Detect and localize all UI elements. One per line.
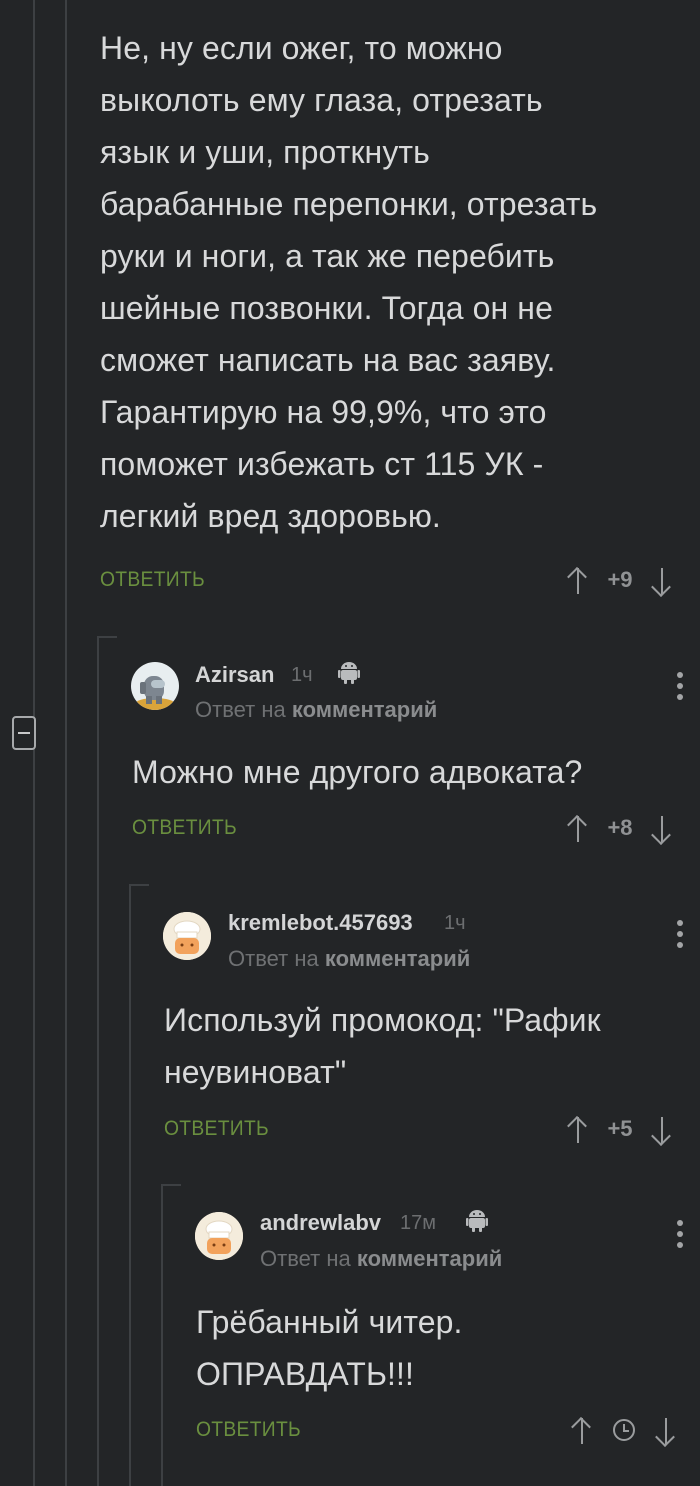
comment-body: Грёбанный читер. ОПРАВДАТЬ!!! <box>196 1304 463 1392</box>
comment-rating <box>570 1414 678 1446</box>
comment-rating: +9 <box>566 564 674 596</box>
comment-rating: +5 <box>566 1113 674 1145</box>
downvote-arrow-icon[interactable] <box>650 564 674 596</box>
upvote-arrow-icon[interactable] <box>566 564 590 596</box>
thread-line <box>129 884 131 1486</box>
among-us-crewmate-avatar-icon <box>135 676 175 710</box>
comment-body: Используй промокод: "Рафик неувиноват" <box>164 1002 601 1090</box>
reply-button[interactable]: ОТВЕТИТЬ <box>132 816 237 840</box>
thread-connector <box>161 1184 181 1186</box>
reply-to-info: Ответ на комментарий <box>260 1246 502 1272</box>
thread-line <box>97 636 99 1486</box>
comment-rating: +8 <box>566 812 674 844</box>
reply-to-prefix: Ответ на <box>195 697 286 722</box>
upvote-arrow-icon[interactable] <box>566 812 590 844</box>
upvote-arrow-icon[interactable] <box>566 1113 590 1145</box>
avatar[interactable] <box>163 912 211 960</box>
minus-icon <box>18 732 30 734</box>
rating-score: +5 <box>607 1116 633 1141</box>
clock-icon <box>613 1419 635 1441</box>
thread-connector <box>97 636 117 638</box>
reply-to-info: Ответ на комментарий <box>228 946 470 972</box>
rating-score: +9 <box>607 567 633 592</box>
comment-body: Не, ну если ожег, то можно выколоть ему … <box>100 30 598 534</box>
comment-username[interactable]: kremlebot.457693 <box>228 910 413 936</box>
thread-connector <box>129 884 149 886</box>
avatar[interactable] <box>195 1212 243 1260</box>
reply-to-prefix: Ответ на <box>228 946 319 971</box>
rating-score: +8 <box>607 815 633 840</box>
reply-to-link[interactable]: комментарий <box>357 1246 502 1271</box>
thread-line <box>65 0 67 1486</box>
reply-button[interactable]: ОТВЕТИТЬ <box>196 1418 301 1442</box>
comment-menu-icon[interactable] <box>677 920 683 953</box>
comment-time: 1ч <box>444 912 466 934</box>
comment-menu-icon[interactable] <box>677 1220 683 1253</box>
avatar[interactable] <box>131 662 179 710</box>
downvote-arrow-icon[interactable] <box>654 1414 678 1446</box>
comment-time: 1ч <box>291 664 313 686</box>
upvote-arrow-icon[interactable] <box>570 1414 594 1446</box>
reply-to-info: Ответ на комментарий <box>195 697 437 723</box>
reply-to-link[interactable]: комментарий <box>325 946 470 971</box>
android-icon <box>338 662 360 684</box>
reply-to-link[interactable]: комментарий <box>292 697 437 722</box>
downvote-arrow-icon[interactable] <box>650 812 674 844</box>
collapse-thread-button[interactable] <box>12 716 36 750</box>
comment-time: 17м <box>400 1212 436 1234</box>
thread-line <box>161 1184 163 1486</box>
comment-username[interactable]: andrewlabv <box>260 1210 381 1236</box>
chef-avatar-icon <box>195 1212 243 1260</box>
comment-body: Можно мне другого адвоката? <box>132 754 583 790</box>
downvote-arrow-icon[interactable] <box>650 1113 674 1145</box>
reply-to-prefix: Ответ на <box>260 1246 351 1271</box>
chef-avatar-icon <box>163 912 211 960</box>
comment-username[interactable]: Azirsan <box>195 662 274 688</box>
comment-menu-icon[interactable] <box>677 672 683 705</box>
reply-button[interactable]: ОТВЕТИТЬ <box>100 568 205 592</box>
reply-button[interactable]: ОТВЕТИТЬ <box>164 1117 269 1141</box>
android-icon <box>466 1210 488 1232</box>
